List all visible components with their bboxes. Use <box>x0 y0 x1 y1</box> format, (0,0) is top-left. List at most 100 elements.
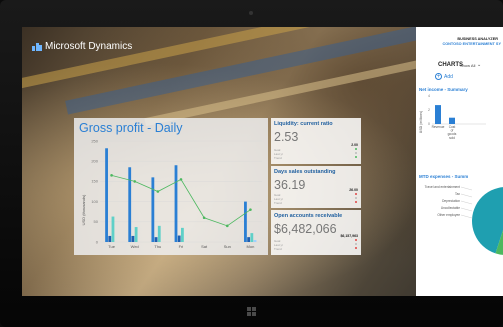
microsoft-dynamics-logo: Microsoft Dynamics <box>32 41 132 52</box>
add-label: Add <box>444 73 453 80</box>
x-tick-label: Mon <box>247 244 255 249</box>
trend-point <box>133 180 137 183</box>
y-tick-label: 100 <box>91 199 98 204</box>
trend-point <box>179 178 183 181</box>
x-tick-label: Sat <box>201 244 208 249</box>
add-chart-button[interactable]: + Add <box>435 73 453 80</box>
y-tick-label: 0 <box>96 239 99 244</box>
mtd-expenses-chart[interactable]: Travel and entertainment Tax Depreciation U… <box>416 179 503 259</box>
kpi-goal-value: $6,157,963 <box>340 234 358 238</box>
company-name[interactable]: CONTOSO ENTERTAINMENT SY <box>416 42 503 46</box>
bar <box>250 233 254 242</box>
pie-leader-line <box>460 186 473 191</box>
windows-start-button[interactable] <box>247 307 257 317</box>
x-tick-label: Thu <box>154 244 161 249</box>
kpi-row-label: Trend <box>274 156 282 160</box>
kpi-tile-days-sales[interactable]: Days sales outstanding 36.19 26.00 Goal … <box>271 166 361 208</box>
trend-point <box>202 216 206 220</box>
chevron-down-icon[interactable]: ⌄ <box>477 62 481 68</box>
pie-leader-line <box>460 193 473 198</box>
bar <box>174 165 178 242</box>
bar <box>134 227 138 242</box>
device-bezel: Microsoft Dynamics Gross profit - Daily … <box>0 0 503 327</box>
kpi-status-dot <box>355 201 357 203</box>
bar <box>151 177 155 242</box>
kpi-status-dot <box>355 247 357 249</box>
kpi-tile-liquidity[interactable]: Liquidity: current ratio 2.53 2.00 Goal … <box>271 118 361 164</box>
kpi-value: 36.19 <box>274 178 306 192</box>
bar <box>435 105 441 124</box>
y-tick-label: 250 <box>91 138 98 143</box>
pie-label: Depreciation <box>442 199 460 203</box>
bar <box>154 237 158 242</box>
kpi-tile-open-ar[interactable]: Open accounts receivable $6,482,066 $6,1… <box>271 210 361 255</box>
kpi-status-dot <box>355 197 357 199</box>
x-tick-label: Fri <box>179 244 184 249</box>
kpi-title: Liquidity: current ratio <box>274 121 333 127</box>
kpi-row-label: Trend <box>274 201 282 205</box>
bar <box>128 167 132 242</box>
x-tick-label: Cost of goods sold <box>448 125 457 140</box>
net-income-chart[interactable]: USD (millions) 4 2 0Revenue Cost of goods sold <box>416 92 503 147</box>
kpi-goal-value: 26.00 <box>349 188 358 192</box>
show-all-filter[interactable]: Show All <box>460 63 475 68</box>
y-tick-label: 4 <box>428 94 430 98</box>
bar <box>244 201 247 242</box>
kpi-status-dot <box>355 243 357 245</box>
bar <box>105 148 108 242</box>
camera <box>249 11 253 15</box>
bar <box>157 225 161 242</box>
kpi-title: Open accounts receivable <box>274 213 343 219</box>
pie-leader-line <box>460 214 473 219</box>
bar <box>108 235 112 242</box>
kpi-status-dot <box>355 193 357 195</box>
x-tick-label: Revenue <box>432 125 445 129</box>
pie-label: Other employee <box>437 213 460 217</box>
logo-text: Microsoft Dynamics <box>45 41 133 52</box>
kpi-status-dot <box>355 148 357 150</box>
charts-panel: BUSINESS ANALYZER CONTOSO ENTERTAINMENT … <box>416 27 503 296</box>
y-tick-label: 2 <box>428 108 430 112</box>
bar <box>131 235 135 242</box>
trend-line <box>111 174 251 227</box>
gross-profit-y-label: USD (thousands) <box>81 194 86 225</box>
x-tick-label: Wed <box>131 244 139 249</box>
trend-point <box>225 224 229 228</box>
kpi-status-dot <box>355 239 357 241</box>
kpi-status-dot <box>355 156 357 158</box>
pie-label: Uncollectable <box>441 206 460 210</box>
pie-slice <box>472 187 503 254</box>
y-tick-label: 200 <box>91 159 98 164</box>
x-tick-label: Sun <box>224 244 231 249</box>
bar <box>177 235 181 242</box>
kpi-value: $6,482,066 <box>274 222 337 236</box>
bar <box>253 239 257 242</box>
kpi-goal-value: 2.00 <box>351 143 358 147</box>
app-title: BUSINESS ANALYZER <box>457 37 498 41</box>
bar <box>181 227 184 242</box>
pie-label: Travel and entertainment <box>425 185 460 189</box>
trend-point <box>156 190 160 193</box>
y-tick-label: 0 <box>428 122 430 126</box>
plus-icon: + <box>435 73 442 80</box>
x-tick-label: Tue <box>108 244 116 249</box>
dynamics-logo-icon <box>32 42 42 51</box>
trend-point <box>110 174 113 177</box>
kpi-title: Days sales outstanding <box>274 169 336 175</box>
trend-point <box>249 208 252 211</box>
y-tick-label: 150 <box>91 179 98 184</box>
kpi-value: 2.53 <box>274 130 299 144</box>
screen: Microsoft Dynamics Gross profit - Daily … <box>22 27 503 296</box>
pie-leader-line <box>460 200 473 205</box>
kpi-row-label: Trend <box>274 247 282 251</box>
net-income-y-label: USD (millions) <box>419 111 423 133</box>
bar <box>247 237 251 242</box>
bar <box>111 216 115 242</box>
pie-label: Tax <box>455 192 460 196</box>
pie-leader-line <box>460 207 473 212</box>
y-tick-label: 50 <box>94 219 99 224</box>
gross-profit-tile[interactable]: Gross profit - Daily USD (thousands) 250… <box>74 118 268 255</box>
kpi-status-dot <box>355 152 357 154</box>
bar <box>449 117 455 124</box>
gross-profit-chart: USD (thousands) 250 200 150 100 50 0 Tue Wed Thu… <box>81 138 262 249</box>
